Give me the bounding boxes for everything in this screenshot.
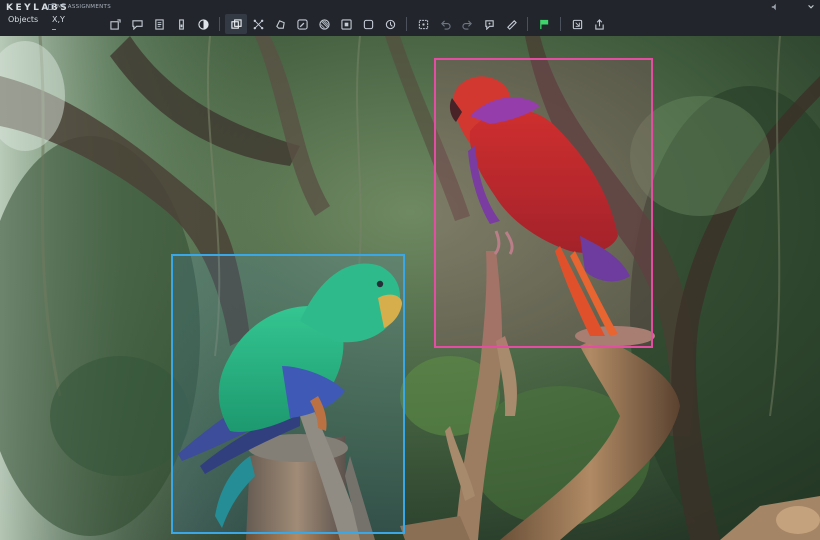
share-button[interactable] xyxy=(588,14,610,34)
bounding-box-red-parrot[interactable] xyxy=(434,58,653,348)
ruler-icon xyxy=(506,19,517,30)
cuboid-tool-icon xyxy=(340,18,352,30)
window-controls xyxy=(752,0,820,14)
toolbar-divider xyxy=(219,17,220,31)
export-icon xyxy=(572,19,582,29)
rotate-tool[interactable] xyxy=(379,14,401,34)
notes-button[interactable] xyxy=(148,14,170,34)
top-toolbar: KEYLABS MY ASSIGNMENTS Objects X,Y xyxy=(0,0,820,37)
rotate-tool-icon xyxy=(385,19,395,29)
brightness-button[interactable] xyxy=(170,14,192,34)
cuboid-tool[interactable] xyxy=(335,14,357,34)
assignments-icon xyxy=(48,4,54,10)
keypoints-tool[interactable] xyxy=(247,14,269,34)
redo-button[interactable] xyxy=(456,14,478,34)
notes-icon xyxy=(154,18,164,30)
undo-icon xyxy=(440,19,451,30)
comment-icon xyxy=(131,19,143,30)
mask-tool-icon xyxy=(318,18,330,30)
brightness-icon xyxy=(178,18,184,30)
redo-icon xyxy=(461,19,472,30)
share-icon xyxy=(594,18,604,30)
ruler-button[interactable] xyxy=(500,14,522,34)
bounding-box-tool[interactable] xyxy=(225,14,247,34)
rectangle-tool-icon xyxy=(363,19,373,29)
polygon-tool-icon xyxy=(275,19,285,29)
flag-icon xyxy=(539,19,548,29)
toolbar-divider xyxy=(527,17,528,31)
keypoints-tool-icon xyxy=(253,19,263,29)
undo-button[interactable] xyxy=(434,14,456,34)
mask-tool[interactable] xyxy=(313,14,335,34)
polygon-tool[interactable] xyxy=(269,14,291,34)
flag-button[interactable] xyxy=(533,14,555,34)
tool-bar xyxy=(104,14,610,34)
objects-menu[interactable]: Objects xyxy=(8,15,38,24)
brush-tool[interactable] xyxy=(291,14,313,34)
select-tool-icon xyxy=(418,19,428,29)
chevron-down-icon[interactable] xyxy=(807,3,815,11)
parrots-photo xyxy=(0,36,820,540)
select-tool[interactable] xyxy=(412,14,434,34)
contrast-icon xyxy=(197,18,209,30)
toolbar-divider xyxy=(406,17,407,31)
export-button[interactable] xyxy=(566,14,588,34)
annotation-canvas[interactable] xyxy=(0,36,820,540)
xy-menu[interactable]: X,Y xyxy=(52,15,65,24)
contrast-button[interactable] xyxy=(192,14,214,34)
bounding-box-green-parrot[interactable] xyxy=(171,254,405,534)
new-object-icon xyxy=(109,18,121,30)
comment-button[interactable] xyxy=(126,14,148,34)
my-assignments-link[interactable]: MY ASSIGNMENTS xyxy=(48,4,111,10)
new-object-button[interactable] xyxy=(104,14,126,34)
brush-tool-icon xyxy=(296,18,308,30)
ai-assist-icon xyxy=(484,19,494,30)
toolbar-divider xyxy=(560,17,561,31)
volume-icon[interactable] xyxy=(771,3,779,11)
my-assignments-label: MY ASSIGNMENTS xyxy=(57,4,111,10)
xy-indicator xyxy=(52,29,56,30)
rectangle-tool[interactable] xyxy=(357,14,379,34)
bounding-box-tool-icon xyxy=(230,18,242,29)
ai-assist-button[interactable] xyxy=(478,14,500,34)
